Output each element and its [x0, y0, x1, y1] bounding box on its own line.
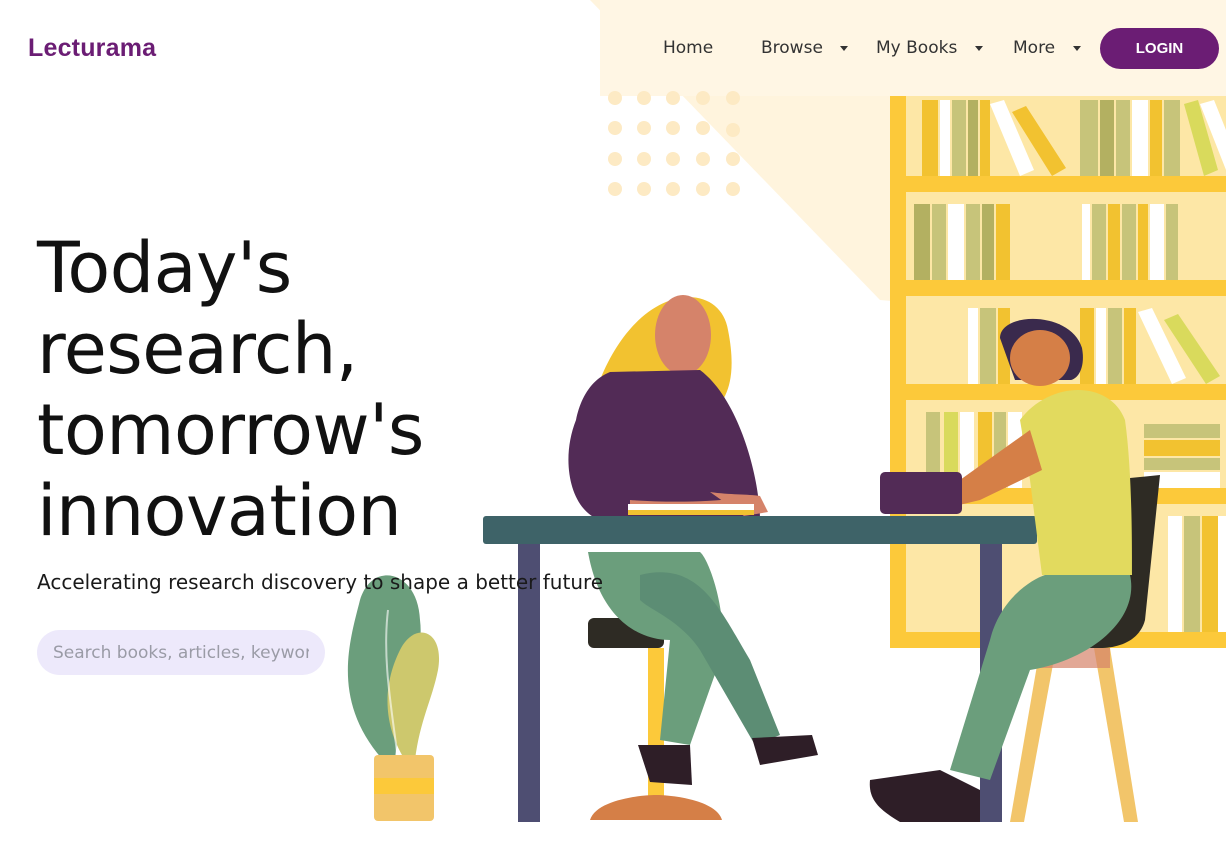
nav-item-label: My Books — [876, 38, 958, 58]
nav-item-label: Browse — [761, 38, 823, 58]
hero-title-line: research, — [37, 308, 358, 390]
chevron-down-icon — [840, 45, 849, 51]
nav-item-home[interactable]: Home — [663, 38, 713, 58]
hero-title-line: tomorrow's — [37, 389, 424, 471]
nav-item-label: Home — [663, 38, 714, 58]
hero-subtitle: Accelerating research discovery to shape… — [37, 570, 604, 594]
chevron-down-icon — [974, 45, 983, 51]
hero-title-line: Today's — [37, 227, 292, 309]
search-input[interactable] — [37, 630, 325, 675]
nav-item-more[interactable]: More — [1013, 38, 1081, 58]
nav-item-browse[interactable]: Browse — [761, 38, 849, 58]
hero-title-line: innovation — [37, 470, 402, 552]
hero-title: Today's research, tomorrow's innovation — [37, 228, 424, 552]
brand-logo[interactable]: Lecturama — [28, 34, 156, 63]
chevron-down-icon — [1072, 45, 1081, 51]
navbar: Lecturama Home Browse My Books More LOGI… — [0, 0, 1226, 96]
nav-item-my-books[interactable]: My Books — [876, 38, 983, 58]
login-button[interactable]: LOGIN — [1100, 28, 1219, 69]
nav-item-label: More — [1013, 38, 1056, 58]
